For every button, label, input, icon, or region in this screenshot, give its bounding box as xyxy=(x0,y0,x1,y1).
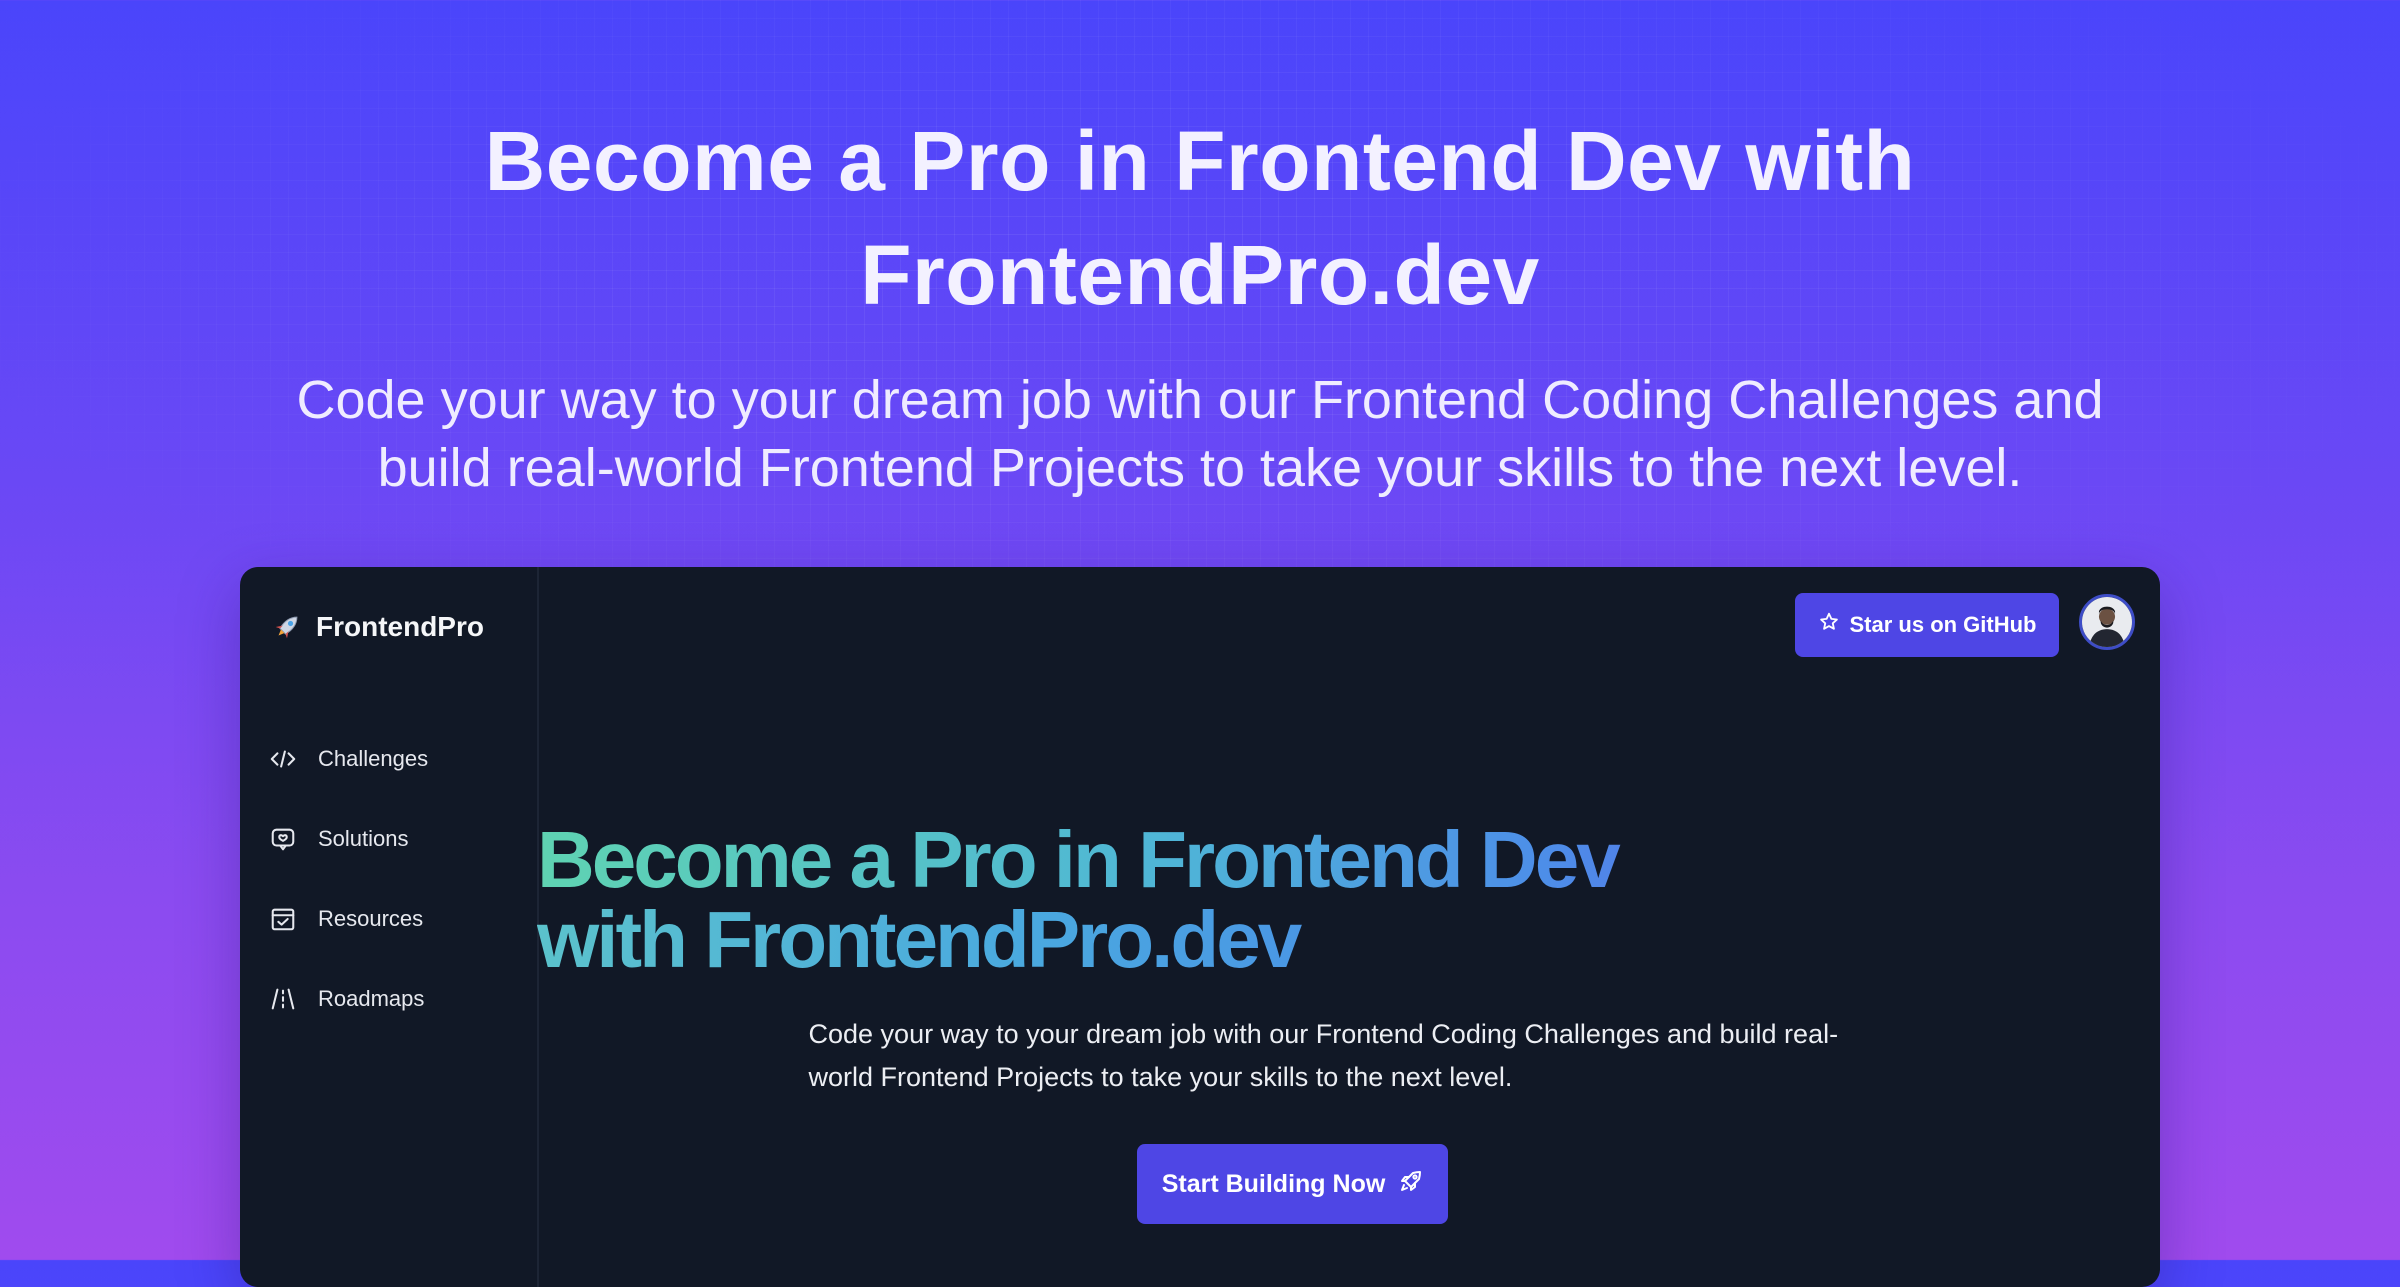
avatar[interactable] xyxy=(2079,594,2135,650)
start-building-button[interactable]: Start Building Now xyxy=(1137,1144,1448,1224)
sidebar-nav: Challenges Solutions Resources Roadmaps xyxy=(268,739,428,1059)
code-icon xyxy=(268,744,298,774)
start-building-label: Start Building Now xyxy=(1161,1169,1386,1198)
rocket-icon xyxy=(270,610,304,644)
sidebar-item-label: Resources xyxy=(318,906,424,931)
star-github-button[interactable]: Star us on GitHub xyxy=(1795,593,2059,657)
message-icon xyxy=(268,824,298,854)
sidebar-item-label: Roadmaps xyxy=(318,986,425,1011)
main-title-line1: Become a Pro in Frontend Dev xyxy=(537,820,2160,900)
sidebar: FrontendPro Challenges Solutions Resourc… xyxy=(240,567,539,1287)
main-title-line2: with FrontendPro.dev xyxy=(537,900,2160,980)
star-github-label: Star us on GitHub xyxy=(1849,612,2037,637)
star-icon xyxy=(1818,611,1840,639)
sidebar-item-roadmaps[interactable]: Roadmaps xyxy=(268,979,428,1019)
road-icon xyxy=(268,984,298,1014)
hero-title: Become a Pro in Frontend Dev with Fronte… xyxy=(484,114,1916,322)
sidebar-item-label: Solutions xyxy=(318,826,409,851)
sidebar-item-solutions[interactable]: Solutions xyxy=(268,819,428,859)
sidebar-item-challenges[interactable]: Challenges xyxy=(268,739,428,779)
hero-subtitle: Code your way to your dream job with our… xyxy=(296,370,2104,498)
main-subtitle: Code your way to your dream job with our… xyxy=(808,1019,1839,1092)
calendar-check-icon xyxy=(268,904,298,934)
brand-logo[interactable]: FrontendPro xyxy=(270,610,484,644)
sidebar-item-label: Challenges xyxy=(318,746,429,771)
rocket-icon xyxy=(1399,1169,1423,1200)
topbar: Star us on GitHub xyxy=(1560,567,2160,682)
main-title: Become a Pro in Frontend Dev with Fronte… xyxy=(537,820,2160,980)
brand-name: FrontendPro xyxy=(316,611,484,642)
sidebar-item-resources[interactable]: Resources xyxy=(268,899,428,939)
app-window: FrontendPro Challenges Solutions Resourc… xyxy=(240,567,2160,1287)
